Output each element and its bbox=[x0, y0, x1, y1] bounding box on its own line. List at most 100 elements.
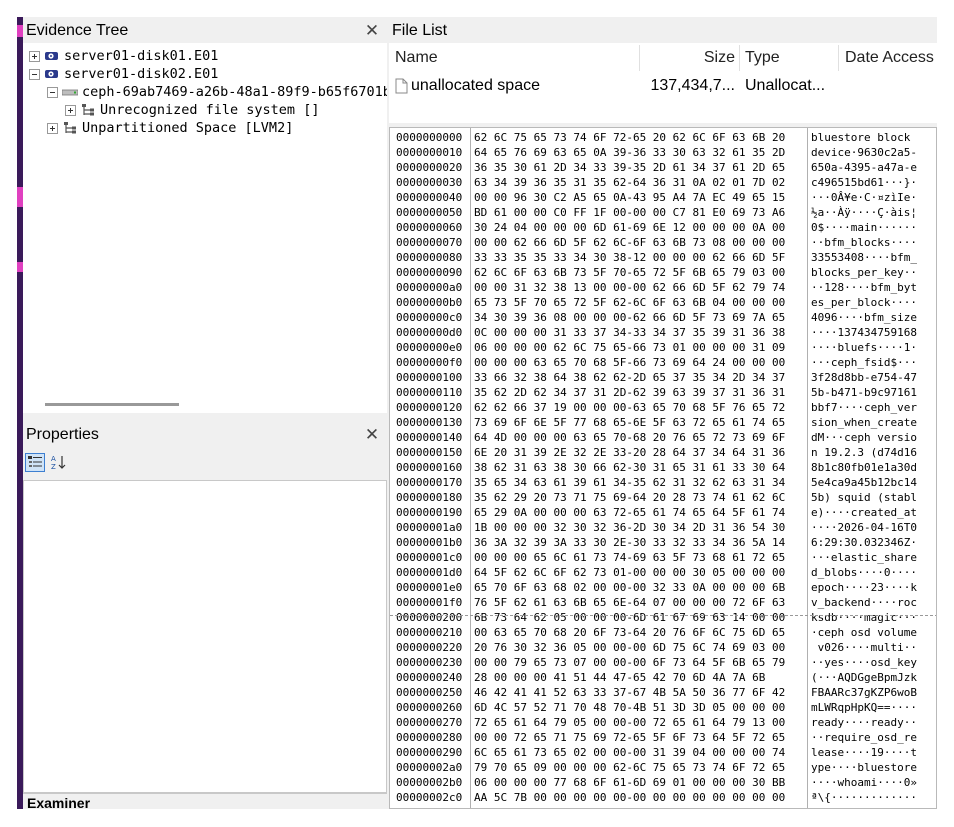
hex-bytes[interactable]: 79 70 65 09 00 00 00 62-6C 75 65 73 74 6… bbox=[474, 760, 806, 775]
hex-bytes[interactable]: 63 34 39 36 35 31 35 62-64 36 31 0A 02 0… bbox=[474, 175, 806, 190]
hex-ascii[interactable]: 5e4ca9a45b12bc14 bbox=[811, 475, 936, 490]
hex-bytes[interactable]: 6B 73 64 62 05 00 00 00-6D 61 67 69 63 1… bbox=[474, 610, 806, 625]
hex-row[interactable]: 0000000190 65 29 0A 00 00 00 63 72-65 61 … bbox=[390, 505, 936, 520]
hex-ascii[interactable]: ····bluefs····1· bbox=[811, 340, 936, 355]
categorized-view-button[interactable] bbox=[25, 452, 45, 472]
hex-row[interactable]: 0000000250 46 42 41 41 52 63 33 37-67 4B … bbox=[390, 685, 936, 700]
hex-bytes[interactable]: 00 00 72 65 71 75 69 72-65 5F 6F 73 64 5… bbox=[474, 730, 806, 745]
hex-bytes[interactable]: 33 33 35 35 33 34 30 38-12 00 00 00 62 6… bbox=[474, 250, 806, 265]
expand-icon[interactable] bbox=[47, 122, 58, 134]
hex-bytes[interactable]: 00 63 65 70 68 20 6F 73-64 20 76 6F 6C 7… bbox=[474, 625, 806, 640]
hex-bytes[interactable]: 35 62 2D 62 34 37 31 2D-62 39 63 39 37 3… bbox=[474, 385, 806, 400]
hex-ascii[interactable]: ···0Â¥e·C·¤zìIe· bbox=[811, 190, 936, 205]
hex-row[interactable]: 00000000a0 00 00 31 32 38 13 00 00-00 62 … bbox=[390, 280, 936, 295]
hex-bytes[interactable]: 33 66 32 38 64 38 62 62-2D 65 37 35 34 2… bbox=[474, 370, 806, 385]
hex-ascii[interactable]: ···elastic_share bbox=[811, 550, 936, 565]
hex-bytes[interactable]: 6D 4C 57 52 71 70 48 70-4B 51 3D 3D 05 0… bbox=[474, 700, 806, 715]
hex-ascii[interactable]: 5b-b471-b9c97161 bbox=[811, 385, 936, 400]
hex-bytes[interactable]: 6E 20 31 39 2E 32 2E 33-20 28 64 37 34 6… bbox=[474, 445, 806, 460]
hex-bytes[interactable]: 35 62 29 20 73 71 75 69-64 20 28 73 74 6… bbox=[474, 490, 806, 505]
hex-row[interactable]: 00000000e0 06 00 00 00 62 6C 75 65-66 73 … bbox=[390, 340, 936, 355]
hex-ascii[interactable]: ····whoami····0» bbox=[811, 775, 936, 790]
hex-bytes[interactable]: 73 69 6F 6E 5F 77 68 65-6E 5F 63 72 65 6… bbox=[474, 415, 806, 430]
sort-alphabetical-button[interactable]: AZ bbox=[49, 453, 69, 472]
hex-row[interactable]: 00000000f0 00 00 00 63 65 70 68 5F-66 73 … bbox=[390, 355, 936, 370]
hex-bytes[interactable]: AA 5C 7B 00 00 00 00 00-00 00 00 00 00 0… bbox=[474, 790, 806, 805]
hex-ascii[interactable]: dM···ceph versio bbox=[811, 430, 936, 445]
hex-bytes[interactable]: 20 76 30 32 36 05 00 00-00 6D 75 6C 74 6… bbox=[474, 640, 806, 655]
hex-bytes[interactable]: 1B 00 00 00 32 30 32 36-2D 30 34 2D 31 3… bbox=[474, 520, 806, 535]
hex-row[interactable]: 0000000070 00 00 62 66 6D 5F 62 6C-6F 63 … bbox=[390, 235, 936, 250]
hex-row[interactable]: 00000001b0 36 3A 32 39 3A 33 30 2E-30 33 … bbox=[390, 535, 936, 550]
hex-ascii[interactable]: mLWRqpHpKQ==···· bbox=[811, 700, 936, 715]
hex-ascii[interactable]: v026····multi·· bbox=[811, 640, 936, 655]
hex-ascii[interactable]: ready····ready·· bbox=[811, 715, 936, 730]
hex-row[interactable]: 0000000010 64 65 76 69 63 65 0A 39-36 33 … bbox=[390, 145, 936, 160]
hex-bytes[interactable]: 00 00 62 66 6D 5F 62 6C-6F 63 6B 73 08 0… bbox=[474, 235, 806, 250]
hex-row[interactable]: 0000000230 00 00 79 65 73 07 00 00-00 6F … bbox=[390, 655, 936, 670]
hex-row[interactable]: 00000002c0 AA 5C 7B 00 00 00 00 00-00 00 … bbox=[390, 790, 936, 805]
hex-row[interactable]: 00000001a0 1B 00 00 00 32 30 32 36-2D 30 … bbox=[390, 520, 936, 535]
hex-row[interactable]: 0000000130 73 69 6F 6E 5F 77 68 65-6E 5F … bbox=[390, 415, 936, 430]
hex-ascii[interactable]: ··require_osd_re bbox=[811, 730, 936, 745]
hex-bytes[interactable]: 64 65 76 69 63 65 0A 39-36 33 30 63 32 6… bbox=[474, 145, 806, 160]
hex-ascii[interactable]: 0$····main······ bbox=[811, 220, 936, 235]
hex-bytes[interactable]: 28 00 00 00 41 51 44 47-65 42 70 6D 4A 7… bbox=[474, 670, 806, 685]
file-row-name[interactable]: unallocated space bbox=[395, 75, 639, 97]
hex-row[interactable]: 0000000210 00 63 65 70 68 20 6F 73-64 20 … bbox=[390, 625, 936, 640]
hex-bytes[interactable]: 06 00 00 00 77 68 6F 61-6D 69 01 00 00 0… bbox=[474, 775, 806, 790]
hex-row[interactable]: 00000002b0 06 00 00 00 77 68 6F 61-6D 69 … bbox=[390, 775, 936, 790]
hex-row[interactable]: 0000000290 6C 65 61 73 65 02 00 00-00 31 … bbox=[390, 745, 936, 760]
hex-ascii[interactable]: 5b) squid (stabl bbox=[811, 490, 936, 505]
expand-icon[interactable] bbox=[29, 50, 40, 62]
hex-row[interactable]: 0000000150 6E 20 31 39 2E 32 2E 33-20 28 … bbox=[390, 445, 936, 460]
hex-row[interactable]: 00000000c0 34 30 39 36 08 00 00 00-62 66 … bbox=[390, 310, 936, 325]
hex-row[interactable]: 0000000080 33 33 35 35 33 34 30 38-12 00 … bbox=[390, 250, 936, 265]
hex-ascii[interactable]: ··128····bfm_byt bbox=[811, 280, 936, 295]
hex-row[interactable]: 0000000060 30 24 04 00 00 00 6D 61-69 6E … bbox=[390, 220, 936, 235]
hex-bytes[interactable]: 00 00 79 65 73 07 00 00-00 6F 73 64 5F 6… bbox=[474, 655, 806, 670]
hex-ascii[interactable]: ·ceph osd volume bbox=[811, 625, 936, 640]
hex-row[interactable]: 00000001c0 00 00 00 65 6C 61 73 74-69 63 … bbox=[390, 550, 936, 565]
column-header-name[interactable]: Name bbox=[395, 43, 635, 73]
hex-ascii[interactable]: ····2026-04-16T0 bbox=[811, 520, 936, 535]
hex-bytes[interactable]: 36 3A 32 39 3A 33 30 2E-30 33 32 33 34 3… bbox=[474, 535, 806, 550]
hex-bytes[interactable]: 6C 65 61 73 65 02 00 00-00 31 39 04 00 0… bbox=[474, 745, 806, 760]
hex-bytes[interactable]: 62 6C 6F 63 6B 73 5F 70-65 72 5F 6B 65 7… bbox=[474, 265, 806, 280]
hex-ascii[interactable]: ··bfm_blocks···· bbox=[811, 235, 936, 250]
hex-row[interactable]: 00000000b0 65 73 5F 70 65 72 5F 62-6C 6F … bbox=[390, 295, 936, 310]
hex-bytes[interactable]: BD 61 00 00 C0 FF 1F 00-00 00 C7 81 E0 6… bbox=[474, 205, 806, 220]
column-divider[interactable] bbox=[838, 45, 839, 71]
hex-row[interactable]: 00000000d0 0C 00 00 00 31 33 37 34-33 34 … bbox=[390, 325, 936, 340]
hex-ascii[interactable]: ª\{············· bbox=[811, 790, 936, 805]
hex-bytes[interactable]: 00 00 96 30 C2 A5 65 0A-43 95 A4 7A EC 4… bbox=[474, 190, 806, 205]
hex-bytes[interactable]: 76 5F 62 61 63 6B 65 6E-64 07 00 00 00 7… bbox=[474, 595, 806, 610]
hex-bytes[interactable]: 00 00 00 65 6C 61 73 74-69 63 5F 73 68 6… bbox=[474, 550, 806, 565]
hex-row[interactable]: 00000002a0 79 70 65 09 00 00 00 62-6C 75 … bbox=[390, 760, 936, 775]
hex-bytes[interactable]: 62 62 66 37 19 00 00 00-63 65 70 68 5F 7… bbox=[474, 400, 806, 415]
hex-ascii[interactable]: ····137434759168 bbox=[811, 325, 936, 340]
hex-ascii[interactable]: 8b1c80fb01e1a30d bbox=[811, 460, 936, 475]
hex-bytes[interactable]: 34 30 39 36 08 00 00 00-62 66 6D 5F 73 6… bbox=[474, 310, 806, 325]
hex-ascii[interactable]: es_per_block···· bbox=[811, 295, 936, 310]
column-header-size[interactable]: Size bbox=[641, 43, 735, 73]
hex-row[interactable]: 0000000160 38 62 31 63 38 30 66 62-30 31 … bbox=[390, 460, 936, 475]
hex-ascii[interactable]: epoch····23····k bbox=[811, 580, 936, 595]
column-divider[interactable] bbox=[639, 45, 640, 71]
hex-bytes[interactable]: 00 00 31 32 38 13 00 00-00 62 66 6D 5F 6… bbox=[474, 280, 806, 295]
collapse-icon[interactable] bbox=[29, 68, 40, 80]
hex-ascii[interactable]: ksdb····magic··· bbox=[811, 610, 936, 625]
file-row-type[interactable]: Unallocat... bbox=[745, 75, 837, 97]
tree-node-ceph-volume[interactable]: ceph-69ab7469-a26b-48a1-89f9-b65f6701b bbox=[47, 83, 387, 101]
hex-ascii[interactable]: v_backend····roc bbox=[811, 595, 936, 610]
hex-ascii[interactable]: n 19.2.3 (d74d16 bbox=[811, 445, 936, 460]
column-header-type[interactable]: Type bbox=[745, 43, 835, 73]
hex-ascii[interactable]: ype····bluestore bbox=[811, 760, 936, 775]
hex-row[interactable]: 00000001d0 64 5F 62 6C 6F 62 73 01-00 00 … bbox=[390, 565, 936, 580]
tree-node-disk02[interactable]: server01-disk02.E01 bbox=[29, 65, 218, 83]
hex-ascii[interactable]: 3f28d8bb-e754-47 bbox=[811, 370, 936, 385]
hex-bytes[interactable]: 36 35 30 61 2D 34 33 39-35 2D 61 34 37 6… bbox=[474, 160, 806, 175]
hex-row[interactable]: 0000000280 00 00 72 65 71 75 69 72-65 5F … bbox=[390, 730, 936, 745]
hex-bytes[interactable]: 30 24 04 00 00 00 6D 61-69 6E 12 00 00 0… bbox=[474, 220, 806, 235]
column-divider[interactable] bbox=[739, 45, 740, 71]
